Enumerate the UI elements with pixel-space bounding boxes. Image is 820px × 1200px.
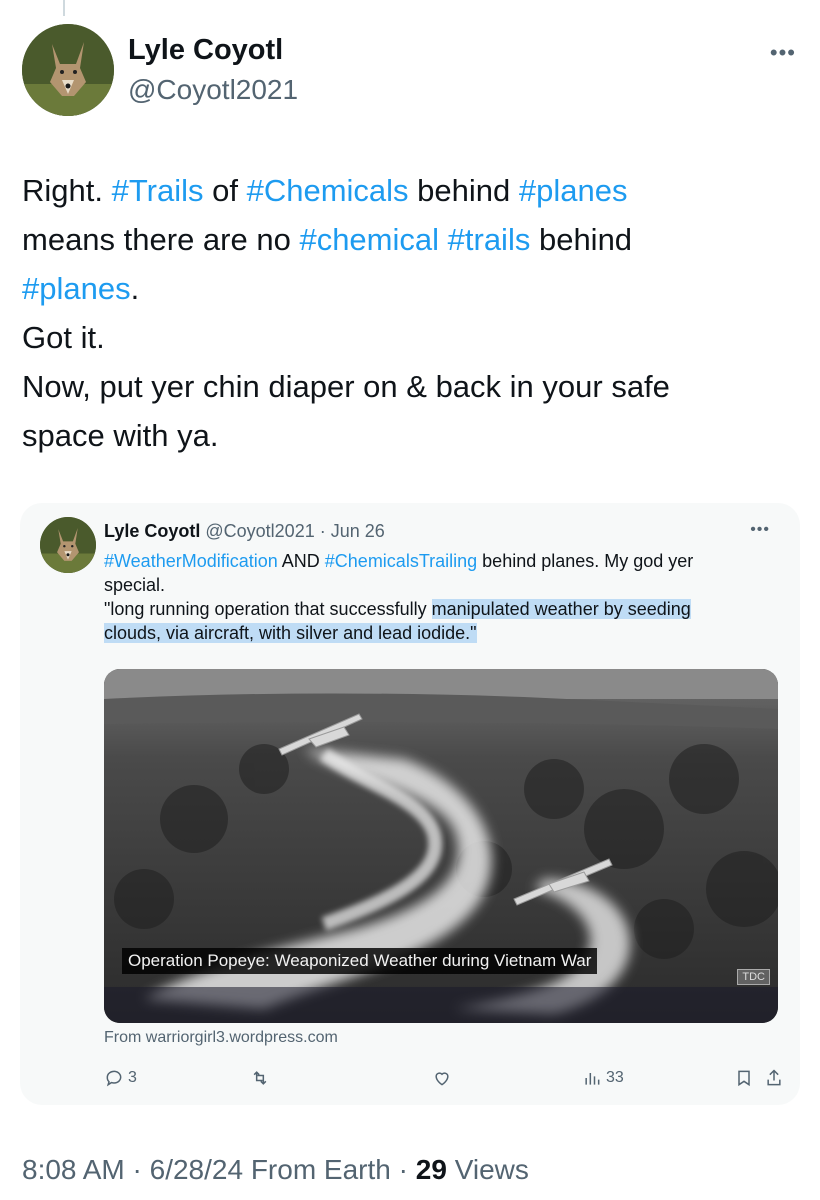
retweet-button[interactable]	[250, 1068, 274, 1088]
hashtag-link[interactable]: #planes	[519, 173, 628, 208]
text-segment	[439, 222, 448, 257]
tweet-meta: 8:08 AM · 6/28/24 From Earth · 29 Views	[22, 1154, 529, 1185]
more-options-icon[interactable]: •••	[770, 40, 796, 66]
share-button[interactable]	[764, 1068, 784, 1088]
author-handle[interactable]: @Coyotl2021	[128, 74, 298, 106]
heart-icon	[435, 1072, 449, 1086]
tweet-text-line: #planes.	[22, 264, 802, 313]
link-source[interactable]: From warriorgirl3.wordpress.com	[104, 1029, 338, 1047]
text-segment: Got it.	[22, 320, 105, 355]
quoted-body: #WeatherModification AND #ChemicalsTrail…	[104, 549, 784, 645]
media-watermark: TDC	[737, 969, 770, 985]
share-icon	[767, 1069, 781, 1086]
tweet-date[interactable]: 6/28/24	[150, 1154, 243, 1185]
tweet-text-line: means there are no #chemical #trails beh…	[22, 215, 802, 264]
coyote-avatar-image	[40, 517, 96, 573]
text-segment: behind	[408, 173, 519, 208]
tweet-body: Right. #Trails of #Chemicals behind #pla…	[22, 166, 802, 460]
text-segment: AND	[277, 551, 325, 571]
quoted-tweet-card[interactable]: Lyle Coyotl @Coyotl2021 · Jun 26 ••• #We…	[20, 503, 800, 1105]
quoted-text-line: "long running operation that successfull…	[104, 597, 784, 621]
tweet-text-line: Right. #Trails of #Chemicals behind #pla…	[22, 166, 802, 215]
views-button[interactable]: 33	[582, 1068, 624, 1088]
text-segment: means there are no	[22, 222, 300, 257]
text-segment: special.	[104, 575, 166, 595]
media-caption: Operation Popeye: Weaponized Weather dur…	[122, 948, 598, 974]
bookmark-icon	[738, 1070, 750, 1087]
hashtag-link[interactable]: #chemical	[299, 222, 439, 257]
tweet-text-line: space with ya.	[22, 411, 802, 460]
hashtag-link[interactable]: #Trails	[112, 173, 204, 208]
text-segment: clouds, via aircraft, with silver and le…	[104, 623, 477, 643]
bar-chart-icon	[585, 1073, 600, 1085]
coyote-avatar-image	[22, 24, 114, 116]
hashtag-link[interactable]: #WeatherModification	[104, 551, 278, 571]
text-segment: Now, put yer chin diaper on & back in yo…	[22, 369, 670, 404]
tweet-views-label: Views	[454, 1154, 529, 1185]
quoted-more-options-icon[interactable]: •••	[750, 521, 770, 539]
text-segment: manipulated weather by seeding	[431, 599, 691, 619]
thread-connector	[63, 0, 65, 16]
reply-button[interactable]: 3	[104, 1068, 137, 1088]
hashtag-link[interactable]: #Chemicals	[247, 173, 409, 208]
quoted-avatar[interactable]	[40, 517, 96, 573]
tweet-text-line: Now, put yer chin diaper on & back in yo…	[22, 362, 802, 411]
hashtag-link[interactable]: #trails	[448, 222, 531, 257]
tweet-views-count: 29	[415, 1154, 447, 1185]
quoted-action-bar: 3 33	[104, 1068, 784, 1092]
tweet-time[interactable]: 8:08 AM	[22, 1154, 125, 1185]
quoted-author-name[interactable]: Lyle Coyotl	[104, 521, 200, 541]
like-button[interactable]	[432, 1068, 456, 1088]
text-segment: Right.	[22, 173, 112, 208]
text-segment: behind planes. My god yer	[477, 551, 694, 571]
quoted-author-handle[interactable]: @Coyotl2021	[205, 521, 314, 541]
quoted-date[interactable]: Jun 26	[331, 521, 385, 541]
quoted-text-line: clouds, via aircraft, with silver and le…	[104, 621, 784, 645]
avatar[interactable]	[22, 24, 114, 116]
hashtag-link[interactable]: #planes	[22, 271, 131, 306]
quoted-text-line: special.	[104, 573, 784, 597]
quoted-header: Lyle Coyotl @Coyotl2021 · Jun 26	[104, 521, 385, 541]
retweet-icon	[253, 1071, 267, 1085]
reply-count: 3	[128, 1069, 137, 1086]
hashtag-link[interactable]: #ChemicalsTrailing	[325, 551, 477, 571]
quoted-text-line: #WeatherModification AND #ChemicalsTrail…	[104, 549, 784, 573]
author-name[interactable]: Lyle Coyotl	[128, 34, 283, 67]
text-segment: of	[203, 173, 247, 208]
reply-icon	[106, 1070, 122, 1087]
tweet-text-line: Got it.	[22, 313, 802, 362]
quoted-media-image[interactable]: Operation Popeye: Weaponized Weather dur…	[104, 669, 778, 1023]
text-segment: space with ya.	[22, 418, 219, 453]
bookmark-button[interactable]	[734, 1068, 754, 1088]
text-segment: .	[130, 271, 140, 306]
views-count: 33	[606, 1069, 624, 1086]
text-segment: "long running operation that successfull…	[104, 599, 432, 619]
tweet-source: From Earth	[250, 1154, 391, 1185]
text-segment: behind	[530, 222, 633, 257]
